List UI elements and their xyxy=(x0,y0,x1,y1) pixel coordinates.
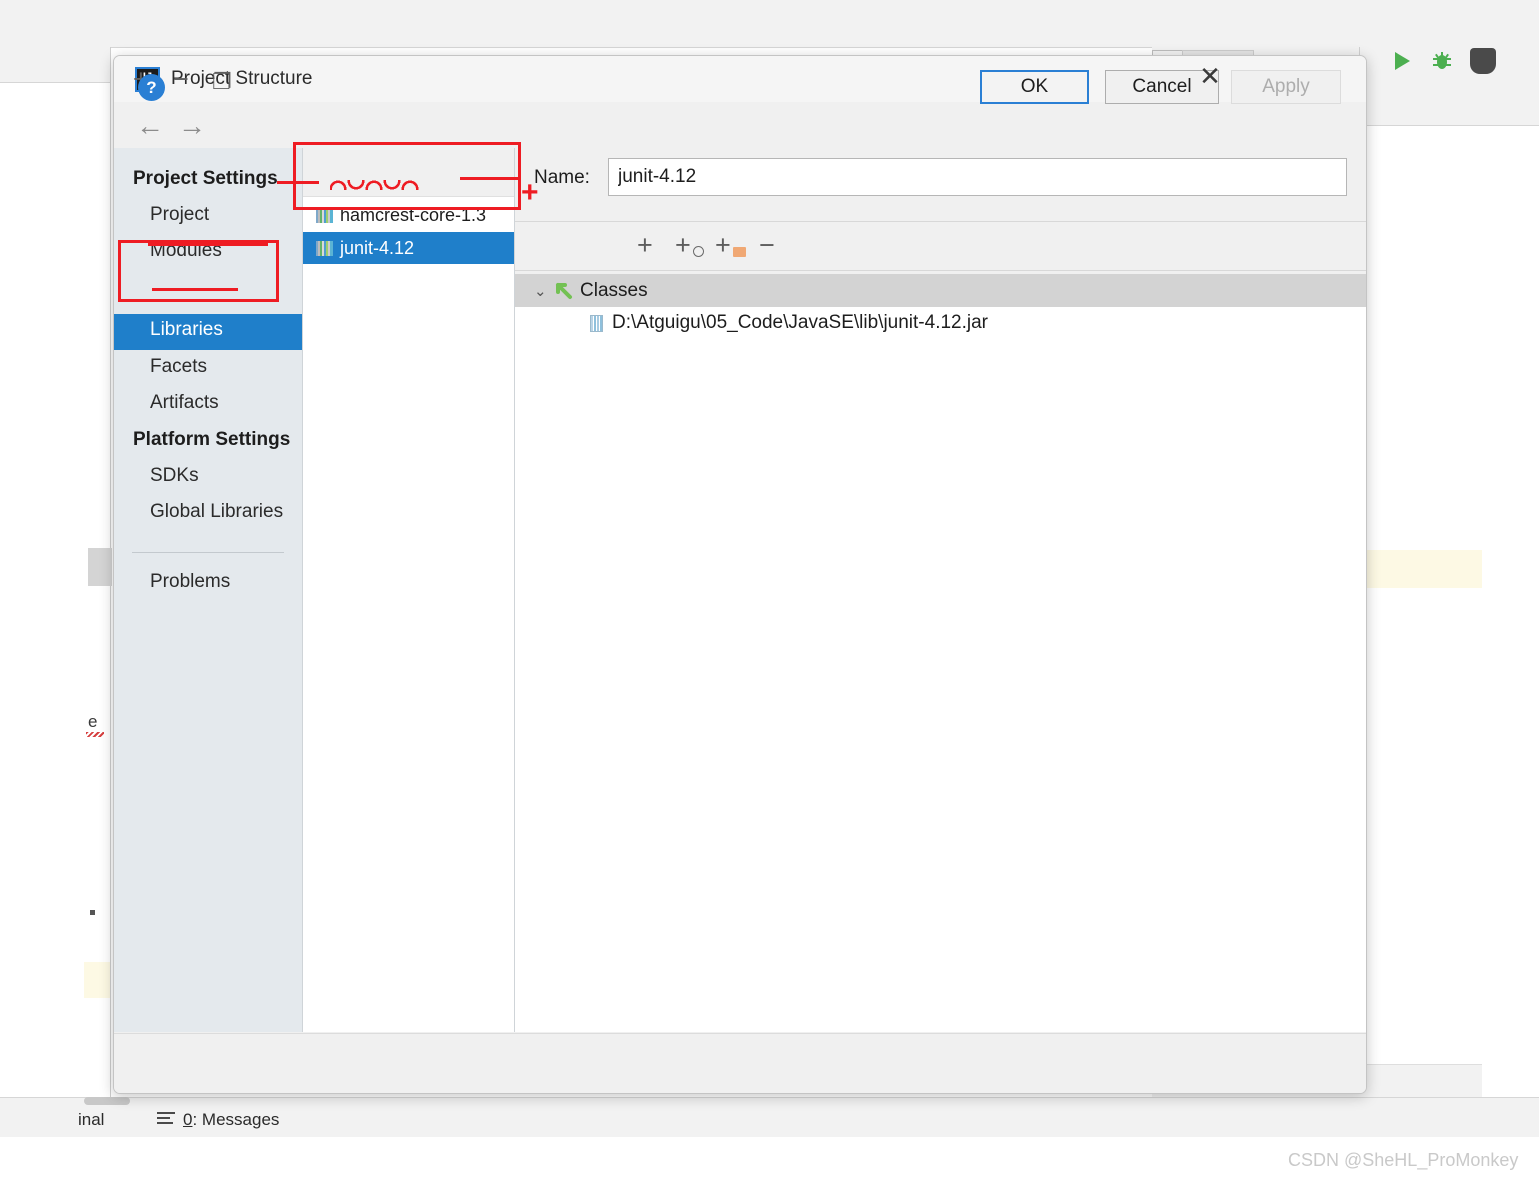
lines-icon xyxy=(157,1112,175,1124)
library-name-row: Name: xyxy=(515,148,1366,208)
globe-icon xyxy=(693,246,704,257)
editor-selection-block xyxy=(88,548,112,586)
library-name-input[interactable] xyxy=(608,158,1347,196)
editor-highlight-left xyxy=(84,962,110,998)
navigation-arrows: ← → xyxy=(129,104,299,148)
library-list-panel xyxy=(303,148,515,1032)
library-jar-icon xyxy=(316,240,333,256)
remove-library-button[interactable]: − xyxy=(173,66,189,93)
library-list-toolbar xyxy=(303,148,514,197)
editor-code-dot xyxy=(90,910,95,915)
sidebar-group-platform-settings: Platform Settings xyxy=(133,429,291,450)
name-label: Name: xyxy=(534,167,590,188)
statusbar-messages[interactable]: 0: Messages xyxy=(183,1110,279,1130)
ide-main-toolbar xyxy=(0,0,1539,48)
sidebar-group-project-settings: Project Settings xyxy=(133,168,278,189)
add-directory-button[interactable]: + xyxy=(715,230,746,260)
list-item-label: junit-4.12 xyxy=(340,237,415,258)
list-item-label: hamcrest-core-1.3 xyxy=(340,204,487,225)
add-root-button[interactable]: + xyxy=(637,232,653,259)
arrow-right-icon[interactable]: → xyxy=(178,110,206,142)
chevron-down-icon[interactable]: ⌄ xyxy=(534,282,548,300)
project-structure-dialog: IJ Project Structure ← → Project Setting… xyxy=(113,55,1367,1094)
sidebar-item-facets[interactable]: Facets xyxy=(150,356,207,378)
error-squiggle-icon xyxy=(86,732,104,737)
dialog-title: Project Structure xyxy=(171,68,313,89)
settings-sidebar: Project Settings Project Modules Librari… xyxy=(114,148,303,1032)
detail-separator-2 xyxy=(515,270,1366,271)
jar-path-label: D:\Atguigu\05_Code\JavaSE\lib\junit-4.12… xyxy=(612,312,989,333)
editor-highlight-right xyxy=(1362,550,1482,588)
sidebar-item-project[interactable]: Project xyxy=(150,204,209,226)
library-jar-icon xyxy=(316,207,333,223)
run-icon[interactable] xyxy=(1395,52,1410,70)
add-from-maven-glyph: + xyxy=(675,230,691,260)
add-directory-glyph: + xyxy=(715,230,731,260)
copy-library-button[interactable]: ❐ xyxy=(212,68,232,95)
ide-editor-tabstrip xyxy=(0,47,110,83)
arrow-left-icon[interactable]: ← xyxy=(136,110,164,142)
sidebar-item-artifacts[interactable]: Artifacts xyxy=(150,392,219,414)
apply-button: Apply xyxy=(1231,70,1341,104)
close-icon[interactable]: ✕ xyxy=(1188,56,1232,96)
classes-group-row[interactable]: ⌄ Classes xyxy=(515,274,1366,307)
roots-tree-body xyxy=(515,339,1366,1032)
remove-root-button[interactable]: − xyxy=(759,232,775,259)
statusbar-terminal[interactable]: inal xyxy=(78,1110,104,1130)
library-roots-toolbar: + + + − xyxy=(515,222,1366,270)
add-from-maven-button[interactable]: + xyxy=(675,230,704,260)
sidebar-divider xyxy=(132,552,284,553)
watermark: CSDN @SheHL_ProMonkey xyxy=(1288,1150,1519,1170)
ok-button[interactable]: OK xyxy=(980,70,1089,104)
help-button[interactable]: ? xyxy=(138,74,165,101)
list-item[interactable]: junit-4.12 xyxy=(303,232,514,264)
sidebar-item-problems[interactable]: Problems xyxy=(150,571,230,593)
debug-icon[interactable] xyxy=(1431,50,1453,72)
jar-file-icon xyxy=(590,314,603,332)
messages-label: : Messages xyxy=(192,1110,280,1129)
editor-code-fragment: e xyxy=(88,712,98,731)
classes-root-icon xyxy=(554,282,574,300)
folder-icon xyxy=(733,247,746,257)
sidebar-item-modules[interactable]: Modules xyxy=(150,240,222,262)
dialog-footer xyxy=(114,1033,1366,1093)
editor-scrollbar[interactable] xyxy=(84,1097,130,1105)
sidebar-item-global-libraries[interactable]: Global Libraries xyxy=(150,501,283,523)
list-item[interactable]: D:\Atguigu\05_Code\JavaSE\lib\junit-4.12… xyxy=(515,307,1366,339)
sidebar-item-libraries[interactable]: Libraries xyxy=(150,319,223,341)
stop-icon[interactable] xyxy=(1470,48,1496,74)
list-item[interactable]: hamcrest-core-1.3 xyxy=(303,199,514,231)
classes-group-label: Classes xyxy=(580,279,648,301)
sidebar-item-sdks[interactable]: SDKs xyxy=(150,465,199,487)
